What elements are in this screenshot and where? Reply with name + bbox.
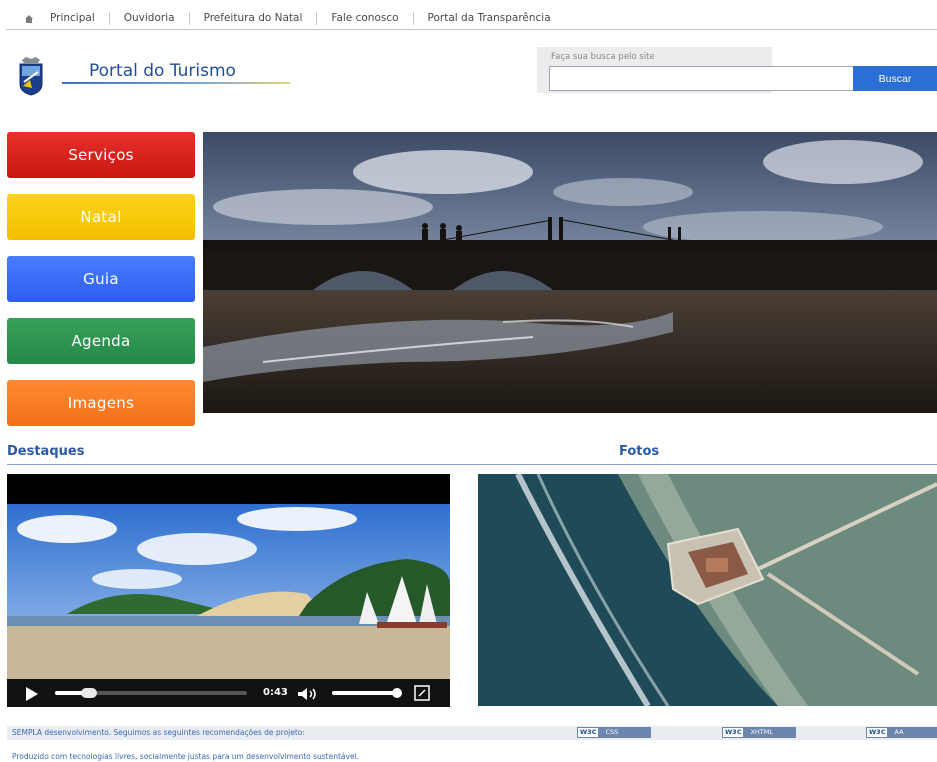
fotos-aerial-fort-image[interactable] xyxy=(478,474,937,706)
video-time: 0:43 xyxy=(263,687,288,698)
video-progress-handle[interactable] xyxy=(81,688,97,698)
menu-imagens-button[interactable]: Imagens xyxy=(7,380,195,426)
volume-handle[interactable] xyxy=(392,688,402,698)
nav-transparencia[interactable]: Portal da Transparência xyxy=(412,12,565,25)
video-player[interactable]: 0:43 xyxy=(7,474,450,707)
site-title[interactable]: Portal do Turismo xyxy=(89,61,236,81)
menu-guia-button[interactable]: Guia xyxy=(7,256,195,302)
menu-natal-button[interactable]: Natal xyxy=(7,194,195,240)
w3c-aa-badge[interactable]: W3C AA xyxy=(866,727,937,738)
video-frame-beach[interactable] xyxy=(7,504,450,679)
home-icon[interactable] xyxy=(18,14,40,24)
menu-agenda-button[interactable]: Agenda xyxy=(7,318,195,364)
search-button[interactable]: Buscar xyxy=(853,66,937,91)
fullscreen-icon[interactable] xyxy=(414,685,430,705)
nav-principal[interactable]: Principal xyxy=(44,12,109,25)
search-input[interactable] xyxy=(549,66,854,91)
nav-fale-conosco[interactable]: Fale conosco xyxy=(316,12,412,25)
video-controls: 0:43 xyxy=(7,679,450,707)
footer-sustainability-note: Produzido com tecnologias livres, social… xyxy=(12,752,360,761)
fotos-heading: Fotos xyxy=(619,444,660,459)
city-crest-logo[interactable] xyxy=(18,56,44,96)
top-nav: Principal Ouvidoria Prefeitura do Natal … xyxy=(6,8,937,30)
nav-ouvidoria[interactable]: Ouvidoria xyxy=(108,12,189,25)
nav-prefeitura[interactable]: Prefeitura do Natal xyxy=(188,12,317,25)
footer-credits: SEMPLA desenvolvimento. Seguimos as segu… xyxy=(12,728,305,737)
w3c-css-badge[interactable]: W3C CSS xyxy=(577,727,652,738)
hero-banner-image[interactable] xyxy=(203,132,937,413)
play-icon[interactable] xyxy=(25,686,39,705)
title-underline xyxy=(62,82,290,84)
search-label: Faça sua busca pelo site xyxy=(551,52,655,62)
section-divider xyxy=(7,464,937,465)
menu-servicos-button[interactable]: Serviços xyxy=(7,132,195,178)
destaques-heading: Destaques xyxy=(7,444,85,459)
w3c-xhtml-badge[interactable]: W3C XHTML xyxy=(722,727,797,738)
volume-slider[interactable] xyxy=(332,688,402,698)
volume-icon[interactable] xyxy=(297,686,319,705)
video-progress-track[interactable] xyxy=(55,688,247,698)
